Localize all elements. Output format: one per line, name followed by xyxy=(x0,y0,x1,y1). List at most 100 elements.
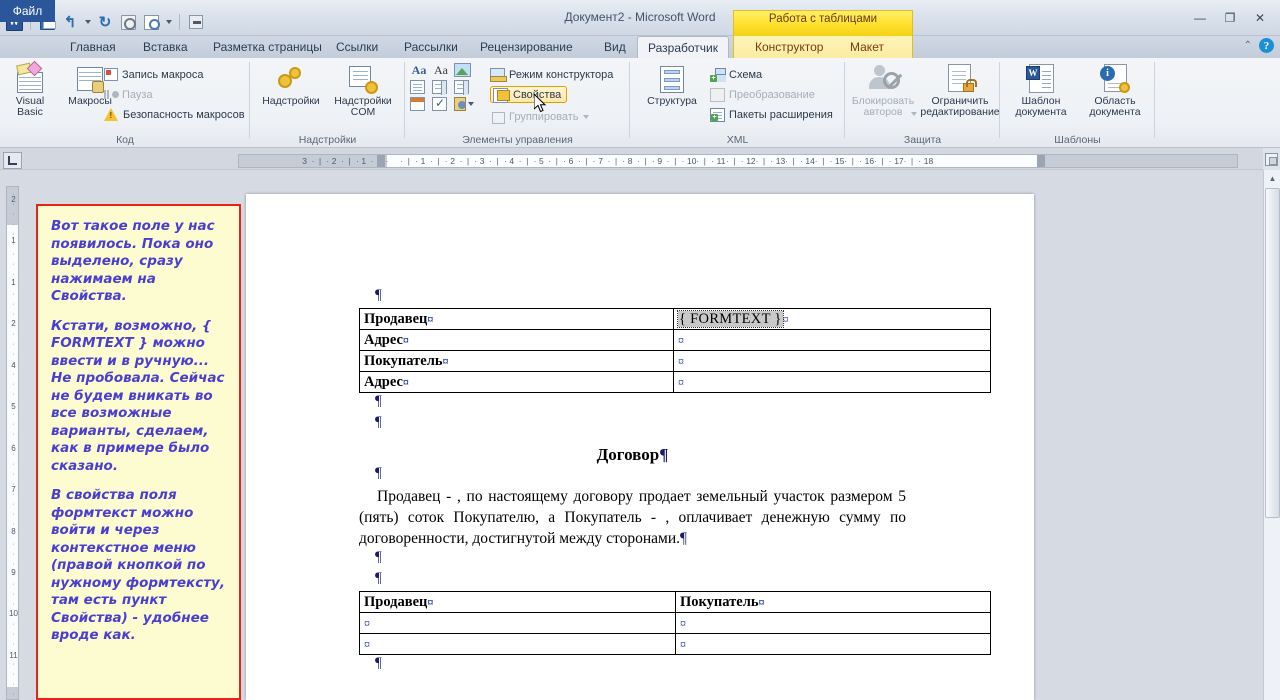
structure-button[interactable]: Структура xyxy=(642,66,702,107)
combo-box-content-control-icon[interactable] xyxy=(432,80,447,95)
minimize-button[interactable]: — xyxy=(1186,8,1214,28)
vertical-ruler-minor-tick: · xyxy=(12,591,15,598)
tab-layout[interactable]: Макет xyxy=(840,36,894,58)
tab-stop-selector[interactable] xyxy=(3,152,22,169)
table-row[interactable]: Адрес¤ ¤ xyxy=(359,371,991,393)
plain-text-content-control-icon[interactable]: Aa xyxy=(432,63,450,77)
text-frame[interactable]: ¶ Продавец¤ { FORMTEXT }¤ Адрес¤ ¤ Покуп… xyxy=(359,287,991,676)
tab-references[interactable]: Ссылки xyxy=(326,36,388,58)
addins-button[interactable]: Надстройки xyxy=(260,66,322,107)
table-row[interactable]: ¤ ¤ xyxy=(359,633,991,655)
cell-signature-buyer-1[interactable]: ¤ xyxy=(675,612,991,634)
ruler-minor-tick: | xyxy=(555,157,558,166)
cell-end-mark: ¤ xyxy=(678,332,684,347)
expansion-packs-button[interactable]: + Пакеты расширения xyxy=(710,106,833,123)
check-box-content-control-icon[interactable] xyxy=(432,96,447,111)
table-row[interactable]: Покупатель¤ ¤ xyxy=(359,350,991,372)
tab-review[interactable]: Рецензирование xyxy=(470,36,583,58)
document-body-paragraph[interactable]: Продавец - , по настоящему договору прод… xyxy=(359,486,906,549)
scroll-up-arrow[interactable]: ▲ xyxy=(1264,170,1280,187)
vertical-ruler-minor-tick: · xyxy=(12,551,15,558)
print-preview-icon[interactable] xyxy=(141,12,161,32)
record-macro-button[interactable]: Запись макроса xyxy=(104,66,204,83)
print-icon[interactable] xyxy=(118,12,138,32)
undo-dropdown-icon[interactable] xyxy=(83,12,92,32)
tab-file[interactable]: Файл xyxy=(0,0,55,22)
vertical-scrollbar[interactable]: ▲ xyxy=(1263,170,1280,700)
ruler-indent-marker[interactable] xyxy=(1037,155,1045,167)
table-row[interactable]: Продавец¤ Покупатель¤ xyxy=(359,591,991,613)
cell-label-address-1[interactable]: Адрес¤ xyxy=(359,329,674,351)
print-dropdown-icon[interactable] xyxy=(164,12,173,32)
cell-signature-seller-2[interactable]: ¤ xyxy=(359,633,676,655)
ruler-minor-tick: · xyxy=(888,157,892,166)
table-signatures[interactable]: Продавец¤ Покупатель¤ ¤ ¤ ¤ ¤ xyxy=(359,591,991,655)
properties-button[interactable]: Свойства xyxy=(490,86,568,103)
horizontal-ruler[interactable]: 321·|··|··|·123456789101112131415161718·… xyxy=(238,154,1238,168)
tab-insert[interactable]: Вставка xyxy=(133,36,198,58)
ruler-minor-tick: | xyxy=(674,157,677,166)
picture-content-control-icon[interactable] xyxy=(454,63,471,77)
document-page[interactable]: ¶ Продавец¤ { FORMTEXT }¤ Адрес¤ ¤ Покуп… xyxy=(246,194,1034,700)
cell-text: Продавец xyxy=(364,310,428,327)
visual-basic-label: Visual Basic xyxy=(15,95,45,118)
table-row[interactable]: Адрес¤ ¤ xyxy=(359,329,991,351)
cell-value-address-1[interactable]: ¤ xyxy=(673,329,991,351)
table-parties[interactable]: Продавец¤ { FORMTEXT }¤ Адрес¤ ¤ Покупат… xyxy=(359,308,991,393)
close-button[interactable]: ✕ xyxy=(1246,8,1274,28)
building-block-gallery-icon[interactable] xyxy=(410,80,425,94)
cell-label-seller[interactable]: Продавец¤ xyxy=(359,308,674,330)
restrict-editing-button[interactable]: Ограничить редактирование xyxy=(920,64,1000,118)
legacy-tools-dropdown-icon[interactable] xyxy=(468,102,474,106)
drop-down-list-content-control-icon[interactable] xyxy=(454,80,469,95)
undo-icon[interactable]: ↰ xyxy=(60,12,80,32)
vertical-ruler-minor-tick: · xyxy=(12,691,15,698)
document-panel-button[interactable]: i Область документа xyxy=(1080,64,1150,118)
document-panel-icon: i xyxy=(1100,64,1130,94)
tab-design[interactable]: Конструктор xyxy=(745,36,833,58)
help-icon[interactable]: ? xyxy=(1259,38,1274,53)
table-row[interactable]: ¤ ¤ xyxy=(359,612,991,634)
note-paragraph-1: Вот такое поле у нас появилось. Пока оно… xyxy=(51,218,215,304)
rich-text-content-control-icon[interactable]: Aa xyxy=(410,63,428,77)
document-panel-label: Область документа xyxy=(1089,95,1141,118)
collapse-ribbon-icon[interactable]: ⌃ xyxy=(1244,40,1252,51)
cell-label-buyer[interactable]: Покупатель¤ xyxy=(359,350,674,372)
ruler-minor-tick: · xyxy=(800,157,803,166)
vertical-ruler[interactable]: 2 1 1 2 4 5 6 7 8 9 10 11 · · · · · · · · · · · · · · · · · · · · · · · · · ·… xyxy=(6,186,19,700)
visual-basic-button[interactable]: Visual Basic xyxy=(2,60,58,118)
cell-signature-seller-1[interactable]: ¤ xyxy=(359,612,676,634)
vertical-ruler-minor-tick: · xyxy=(12,421,15,428)
cell-signature-buyer-2[interactable]: ¤ xyxy=(675,633,991,655)
com-addins-button[interactable]: Надстройки COM xyxy=(330,66,396,118)
cell-value-seller[interactable]: { FORMTEXT }¤ xyxy=(673,308,991,330)
cell-header-seller[interactable]: Продавец¤ xyxy=(359,591,676,613)
redo-icon[interactable]: ↻ xyxy=(95,12,115,32)
scrollbar-thumb[interactable] xyxy=(1265,188,1280,518)
tab-view[interactable]: Вид xyxy=(594,36,636,58)
pause-recording-button: Пауза xyxy=(104,86,153,103)
tab-developer[interactable]: Разработчик xyxy=(637,36,729,58)
tab-home[interactable]: Главная xyxy=(60,36,126,58)
tab-mailings[interactable]: Рассылки xyxy=(394,36,468,58)
restore-button[interactable]: ❐ xyxy=(1216,8,1244,28)
document-template-button[interactable]: W Шаблон документа xyxy=(1006,64,1076,118)
cell-value-buyer[interactable]: ¤ xyxy=(673,350,991,372)
cell-header-buyer[interactable]: Покупатель¤ xyxy=(675,591,991,613)
title-bar: W ↰ ↻ Документ2 - Microsoft Word Работа … xyxy=(0,0,1280,36)
tab-page-layout[interactable]: Разметка страницы xyxy=(203,36,332,58)
design-mode-button[interactable]: Режим конструктора xyxy=(490,66,613,83)
window-splitter[interactable] xyxy=(1263,148,1280,170)
ruler-minor-tick: · xyxy=(740,157,744,166)
macro-security-button[interactable]: Безопасность макросов xyxy=(104,106,245,123)
schema-button[interactable]: + Схема xyxy=(710,66,762,83)
customize-qat-icon[interactable] xyxy=(186,12,206,32)
table-row[interactable]: Продавец¤ { FORMTEXT }¤ xyxy=(359,308,991,330)
date-picker-content-control-icon[interactable] xyxy=(410,97,425,111)
form-text-field[interactable]: { FORMTEXT } xyxy=(677,309,784,328)
ruler-indent-marker[interactable] xyxy=(377,155,385,167)
cell-value-address-2[interactable]: ¤ xyxy=(673,371,991,393)
legacy-tools-icon[interactable] xyxy=(454,97,466,111)
cell-label-address-2[interactable]: Адрес¤ xyxy=(359,371,674,393)
block-authors-label: Блокировать авторов xyxy=(851,95,915,118)
